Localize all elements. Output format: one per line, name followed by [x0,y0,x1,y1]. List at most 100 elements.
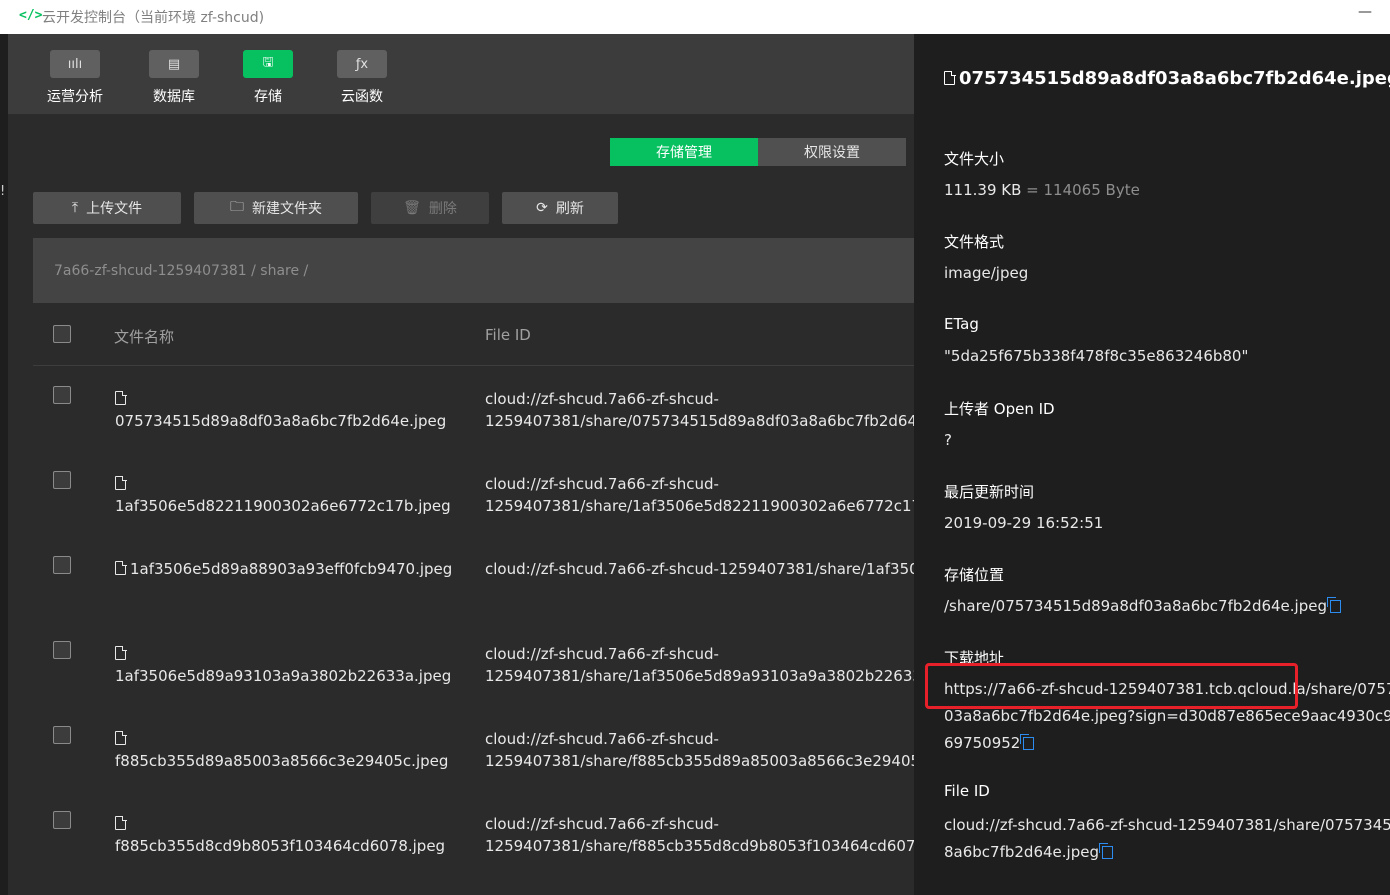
download-line-1[interactable]: https://7a66-zf-shcud-1259407381.tcb.qcl… [944,677,1390,702]
code-logo-icon: </> [19,8,43,23]
left-edge-strip: ! [0,34,8,895]
file-id-cell: cloud://zf-shcud.7a66-zf-shcud- 12594073… [485,645,914,685]
uploader-label: 上传者 Open ID [944,400,1055,418]
fileid-tail[interactable]: 8a6bc7fb2d64e.jpeg [944,843,1099,861]
size-label: 文件大小 [944,150,1005,168]
storage-icon: 🖫 [243,50,293,78]
tab-storage-manage[interactable]: 存储管理 [610,138,758,166]
download-label: 下载地址 [944,649,1005,667]
refresh-label: 刷新 [555,201,584,217]
row-checkbox[interactable] [53,471,71,489]
tool-storage-label: 存储 [254,89,282,105]
file-name: f885cb355d8cd9b8053f103464cd6078.jpeg [115,837,446,855]
file-name: 1af3506e5d89a93103a9a3802b22633a.jpeg [115,667,452,685]
file-id-cell: cloud://zf-shcud.7a66-zf-shcud-125940738… [485,560,914,578]
file-name: 075734515d89a8df03a8a6bc7fb2d64e.jpeg [115,412,447,430]
upload-button[interactable]: ⤒ 上传文件 [33,192,181,224]
row-checkbox[interactable] [53,386,71,404]
table-row[interactable]: f885cb355d89a85003a8566c3e29405c.jpeg cl… [33,706,914,791]
download-line-2[interactable]: 03a8a6bc7fb2d64e.jpeg?sign=d30d87e865ece… [944,704,1390,729]
download-tail[interactable]: 69750952 [944,734,1020,752]
table-row[interactable]: 1af3506e5d89a88903a93eff0fcb9470.jpeg cl… [33,536,914,621]
file-id-cell: cloud://zf-shcud.7a66-zf-shcud- 12594073… [485,475,914,515]
storage-main: 存储管理 权限设置 ⤒ 上传文件 🗀 新建文件夹 🗑 删除 ⟳ 刷新 7a66-… [8,114,914,895]
tab-permissions[interactable]: 权限设置 [758,138,906,166]
size-bytes: = 114065 Byte [1026,181,1140,199]
detail-title: 075734515d89a8df03a8a6bc7fb2d64e.jpeg [944,68,1390,89]
format-value: image/jpeg [944,264,1029,282]
file-detail-panel: 075734515d89a8df03a8a6bc7fb2d64e.jpeg 文件… [914,34,1390,895]
file-name-cell: f885cb355d89a85003a8566c3e29405c.jpeg [115,728,455,772]
tool-functions-label: 云函数 [341,89,383,105]
file-name-cell: 1af3506e5d82211900302a6e6772c17b.jpeg [115,473,455,517]
location-path[interactable]: /share/075734515d89a8df03a8a6bc7fb2d64e.… [944,597,1327,615]
file-icon [115,390,127,405]
file-name-cell: f885cb355d8cd9b8053f103464cd6078.jpeg [115,813,455,857]
download-line-3: 69750952 [944,731,1035,756]
new-folder-button[interactable]: 🗀 新建文件夹 [194,192,358,224]
refresh-button[interactable]: ⟳ 刷新 [502,192,618,224]
file-icon [115,815,127,830]
location-value: /share/075734515d89a8df03a8a6bc7fb2d64e.… [944,594,1341,619]
location-label: 存储位置 [944,566,1005,584]
file-name-cell: 1af3506e5d89a93103a9a3802b22633a.jpeg [115,643,455,687]
minimize-button[interactable]: — [1358,4,1372,20]
column-header-file-id: File ID [485,326,531,344]
file-name-cell: 1af3506e5d89a88903a93eff0fcb9470.jpeg [115,558,455,580]
table-row[interactable]: f885cb355d8cd9b8053f103464cd6078.jpeg cl… [33,791,914,876]
etag-label: ETag [944,315,979,333]
file-id-cell: cloud://zf-shcud.7a66-zf-shcud- 12594073… [485,390,914,430]
detail-filename: 075734515d89a8df03a8a6bc7fb2d64e.jpeg [959,68,1390,89]
row-checkbox[interactable] [53,726,71,744]
table-row[interactable]: 075734515d89a8df03a8a6bc7fb2d64e.jpeg cl… [33,366,914,451]
top-toolbar: ıılı 运营分析 ▤ 数据库 🖫 存储 ƒx 云函数 [8,34,914,114]
upload-label: 上传文件 [86,201,143,217]
column-header-name: 文件名称 [114,328,175,346]
table-row[interactable]: 1af3506e5d82211900302a6e6772c17b.jpeg cl… [33,451,914,536]
left-edge-mark: ! [0,184,6,199]
row-checkbox[interactable] [53,556,71,574]
file-icon [115,645,127,660]
folder-plus-icon: 🗀 [230,199,244,215]
select-all-checkbox[interactable] [53,325,71,343]
uploader-value: ? [944,431,952,449]
row-checkbox[interactable] [53,811,71,829]
row-checkbox[interactable] [53,641,71,659]
file-name: f885cb355d89a85003a8566c3e29405c.jpeg [115,752,449,770]
function-icon: ƒx [337,50,387,78]
refresh-icon: ⟳ [536,200,548,216]
tool-analytics[interactable]: ıılı 运营分析 [35,50,115,106]
size-value: 111.39 KB = 114065 Byte [944,178,1140,203]
tool-analytics-label: 运营分析 [47,89,103,105]
fileid-label: File ID [944,782,990,800]
tool-database-label: 数据库 [153,89,195,105]
etag-value: "5da25f675b338f478f8c35e863246b80" [944,347,1249,365]
copy-icon[interactable] [1020,734,1035,750]
fileid-line-1[interactable]: cloud://zf-shcud.7a66-zf-shcud-125940738… [944,813,1390,838]
file-icon [115,475,127,490]
copy-icon[interactable] [1326,597,1341,613]
fileid-line-2: 8a6bc7fb2d64e.jpeg [944,840,1113,865]
copy-icon[interactable] [1098,843,1113,859]
table-row[interactable]: 1af3506e5d89a93103a9a3802b22633a.jpeg cl… [33,621,914,706]
delete-button[interactable]: 🗑 删除 [371,192,489,224]
tool-functions[interactable]: ƒx 云函数 [322,50,402,106]
file-icon [944,70,956,85]
new-folder-label: 新建文件夹 [252,201,322,217]
window-titlebar: </> 云开发控制台（当前环境 zf-shcud) — [0,0,1390,34]
file-name: 1af3506e5d82211900302a6e6772c17b.jpeg [115,497,451,515]
window-title: 云开发控制台（当前环境 zf-shcud) [42,10,265,26]
breadcrumb: 7a66-zf-shcud-1259407381 / share / [33,238,914,303]
updated-label: 最后更新时间 [944,483,1035,501]
trash-icon: 🗑 [403,200,421,216]
format-label: 文件格式 [944,233,1005,251]
tool-storage[interactable]: 🖫 存储 [228,50,308,106]
file-name: 1af3506e5d89a88903a93eff0fcb9470.jpeg [130,560,453,578]
tool-database[interactable]: ▤ 数据库 [134,50,214,106]
delete-label: 删除 [428,201,457,217]
bar-chart-icon: ıılı [50,50,100,78]
file-id-cell: cloud://zf-shcud.7a66-zf-shcud- 12594073… [485,815,914,855]
file-id-cell: cloud://zf-shcud.7a66-zf-shcud- 12594073… [485,730,914,770]
file-icon [115,560,127,575]
file-icon [115,730,127,745]
